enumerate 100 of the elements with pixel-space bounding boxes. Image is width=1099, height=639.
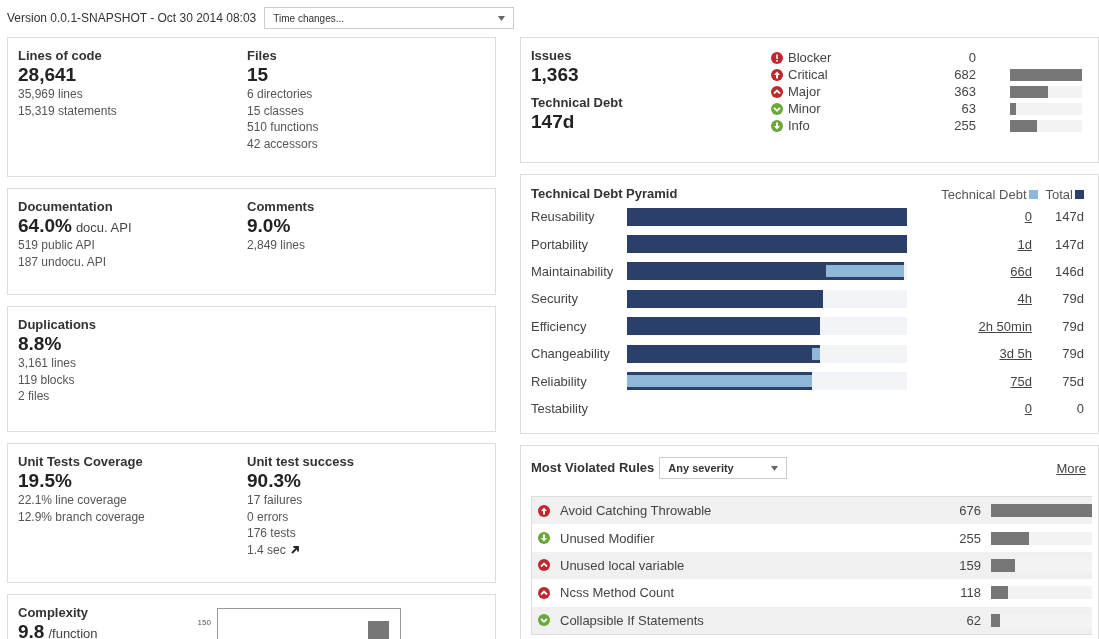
total-value: 75d: [1061, 373, 1084, 389]
rule-count: 159: [958, 557, 981, 573]
metric-title: Unit Tests Coverage: [18, 454, 144, 470]
metric-value: 9.0%: [247, 215, 291, 237]
severity-count: 682: [953, 67, 976, 82]
major-severity-icon: [771, 85, 783, 98]
total-value: 79d: [1061, 318, 1084, 334]
severity-label[interactable]: Info: [771, 118, 916, 133]
rule-count: 676: [958, 503, 981, 519]
metric-detail: 119 blocks: [18, 371, 76, 388]
metric-detail: 176 tests: [247, 525, 297, 542]
severity-label[interactable]: Minor: [771, 101, 916, 116]
metric-value: 147d: [531, 111, 576, 133]
pyramid-title: Technical Debt Pyramid: [531, 186, 678, 202]
metric-detail: 15 classes: [247, 102, 305, 119]
metric-title: Unit test success: [247, 454, 355, 470]
time-changes-select[interactable]: Time changes...: [264, 7, 515, 29]
metric-detail: 1.4 sec: [247, 541, 286, 558]
total-value: 146d: [1054, 263, 1084, 279]
metric-value: 9.8: [18, 621, 45, 639]
debt-link[interactable]: 3d 5h: [999, 346, 1032, 362]
axis-tick: 150: [197, 618, 211, 627]
metric-detail: 3,161 lines: [18, 355, 78, 372]
metric-detail: 2 files: [18, 388, 51, 405]
metric-value: 28,641: [18, 64, 77, 86]
metric-value: 19.5%: [18, 470, 72, 492]
caret-icon: [771, 465, 779, 471]
metric-detail: 510 functions: [247, 119, 320, 136]
rules-title: Most Violated Rules: [531, 460, 655, 476]
metric-detail: 42 accessors: [247, 135, 319, 152]
metric-title: Documentation: [18, 199, 114, 215]
metric-title: Comments: [247, 199, 316, 215]
metric-title: Lines of code: [18, 48, 103, 64]
debt-link[interactable]: 1d: [1017, 236, 1032, 252]
rule-name[interactable]: Avoid Catching Throwable: [560, 503, 926, 519]
characteristic-label: Portability: [531, 236, 590, 252]
metric-value: 1,363: [531, 64, 580, 86]
characteristic-label: Testability: [531, 400, 590, 416]
characteristic-label: Security: [531, 291, 579, 307]
critical-severity-icon: [771, 68, 783, 81]
total-value: 147d: [1054, 236, 1084, 252]
caret-icon: [498, 15, 506, 21]
severity-label[interactable]: Major: [771, 84, 916, 99]
severity-select[interactable]: Any severity: [659, 457, 788, 479]
characteristic-label: Reusability: [531, 209, 596, 225]
debt-link[interactable]: 4h: [1017, 291, 1032, 307]
severity-label[interactable]: Critical: [771, 67, 916, 82]
rule-count: 62: [965, 612, 981, 628]
critical-severity-icon: [538, 504, 550, 517]
total-value: 79d: [1061, 346, 1084, 362]
severity-count: 63: [960, 101, 976, 116]
severity-count: 363: [953, 84, 976, 99]
rule-count: 255: [958, 530, 981, 546]
metric-title: Files: [247, 48, 278, 64]
metric-detail: 22.1% line coverage: [18, 492, 128, 509]
characteristic-label: Maintainability: [531, 263, 615, 279]
metric-detail: 35,969 lines: [18, 86, 84, 103]
metric-title: Issues: [531, 48, 573, 64]
arrow-icon[interactable]: [290, 545, 299, 554]
metric-title: Technical Debt: [531, 95, 624, 111]
debt-link[interactable]: 0: [1024, 209, 1032, 225]
metric-unit: /function: [48, 626, 98, 639]
info-severity-icon: [771, 119, 783, 132]
version-label: Version 0.0.1-SNAPSHOT - Oct 30 2014 08:03: [7, 11, 257, 25]
major-severity-icon: [538, 559, 550, 572]
metric-title: Duplications: [18, 317, 97, 333]
info-severity-icon: [538, 532, 550, 545]
total-value: 0: [1075, 400, 1084, 416]
metric-detail: 187 undocu. API: [18, 253, 108, 270]
metric-detail: 15,319 statements: [18, 102, 118, 119]
debt-link[interactable]: 0: [1024, 400, 1032, 416]
severity-count: 255: [953, 118, 976, 133]
metric-detail: 17 failures: [247, 492, 304, 509]
legend-item: Total: [1045, 186, 1084, 202]
minor-severity-icon: [538, 614, 550, 627]
rule-name[interactable]: Ncss Method Count: [560, 585, 926, 601]
characteristic-label: Efficiency: [531, 318, 588, 334]
legend-item: Technical Debt: [941, 186, 1038, 202]
severity-label[interactable]: Blocker: [771, 50, 916, 65]
metric-detail: 2,849 lines: [247, 237, 307, 254]
metric-detail: 0 errors: [247, 508, 290, 525]
metric-value: 15: [247, 64, 269, 86]
debt-link[interactable]: 66d: [1010, 263, 1032, 279]
more-link[interactable]: More: [1056, 460, 1086, 476]
rule-count: 118: [959, 585, 981, 601]
metric-title: Complexity: [18, 605, 90, 621]
rule-name[interactable]: Unused Modifier: [560, 530, 926, 546]
debt-link[interactable]: 2h 50min: [978, 318, 1032, 334]
rule-name[interactable]: Unused local variable: [560, 557, 926, 573]
debt-link[interactable]: 75d: [1010, 373, 1032, 389]
metric-detail: 12.9% branch coverage: [18, 508, 146, 525]
major-severity-icon: [538, 586, 550, 599]
metric-value: 90.3%: [247, 470, 301, 492]
minor-severity-icon: [771, 102, 783, 115]
rule-name[interactable]: Collapsible If Statements: [560, 612, 926, 628]
metric-value: 8.8%: [18, 333, 62, 355]
metric-unit: docu. API: [75, 220, 132, 235]
severity-count: 0: [967, 50, 976, 65]
metric-detail: 6 directories: [247, 86, 314, 103]
blocker-severity-icon: [771, 51, 783, 64]
